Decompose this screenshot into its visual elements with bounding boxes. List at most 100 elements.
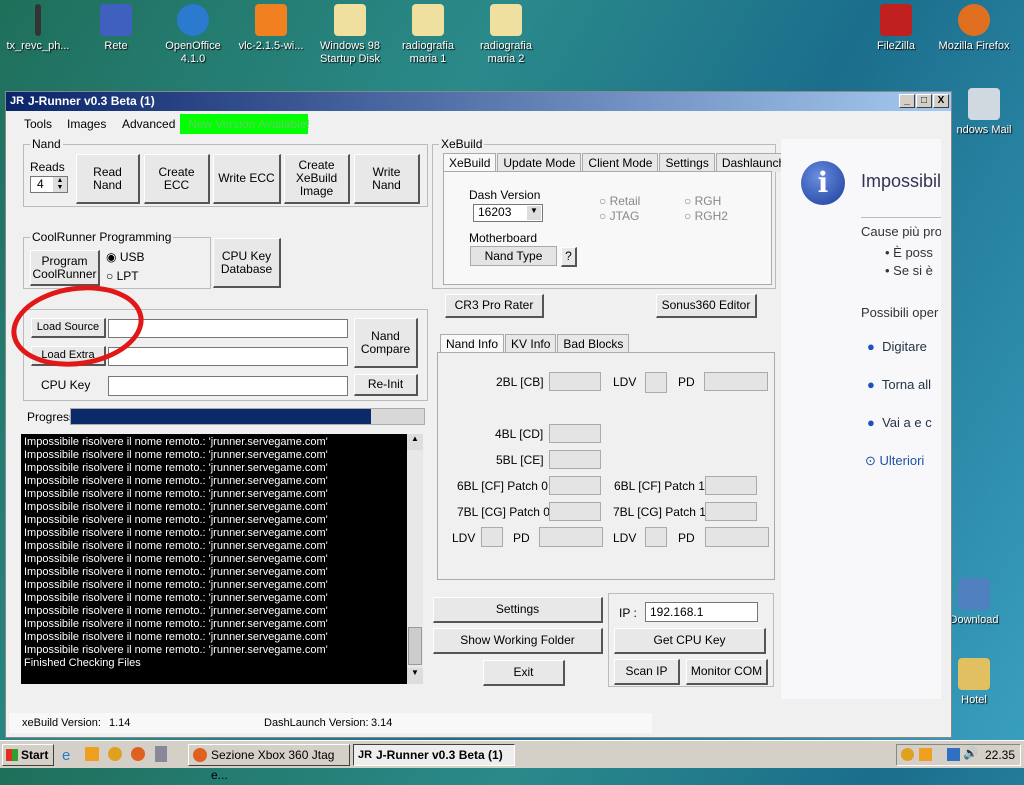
lpt-radio[interactable]: ○ LPT (106, 269, 139, 283)
log-line: Finished Checking Files (24, 657, 141, 669)
load-extra-input[interactable] (108, 347, 348, 366)
close-button[interactable]: X (933, 94, 949, 108)
pd3-field (705, 527, 769, 547)
maximize-button[interactable]: □ (916, 94, 932, 108)
minimize-button[interactable]: _ (899, 94, 915, 108)
xebuild-version-label: xeBuild Version: (22, 717, 101, 729)
volume-icon[interactable]: 🔊 (963, 746, 978, 760)
avast-tray-icon[interactable] (901, 748, 914, 761)
desktop-icon[interactable]: tx_revc_ph... (0, 4, 78, 53)
avast-icon[interactable] (108, 747, 122, 761)
desktop-icon[interactable]: Windows 98 Startup Disk (310, 4, 390, 66)
taskbar-item-browser[interactable]: Sezione Xbox 360 Jtag e... (188, 744, 350, 782)
create-xebuild-button[interactable]: Create XeBuild Image (284, 154, 350, 204)
chevron-down-icon: ⊙ (865, 453, 876, 468)
more-info-link[interactable]: ⊙ Ulteriori (865, 453, 924, 469)
tab-nand-info[interactable]: Nand Info (440, 334, 505, 353)
log-line: Impossibile risolvere il nome remoto.: '… (24, 475, 328, 487)
tab-xebuild[interactable]: XeBuild (443, 153, 497, 172)
desktop-icon[interactable]: ndows Mail (944, 88, 1024, 137)
log-line: Impossibile risolvere il nome remoto.: '… (24, 579, 328, 591)
get-cpu-key-button[interactable]: Get CPU Key (614, 628, 766, 654)
xebuild-tabs: XeBuild Update Mode Client Mode Settings… (443, 153, 792, 172)
menu-images[interactable]: Images (67, 117, 106, 131)
network-tray-icon[interactable] (947, 748, 960, 761)
start-button[interactable]: Start (2, 744, 54, 766)
cr3-pro-rater-button[interactable]: CR3 Pro Rater (445, 294, 544, 318)
show-working-folder-button[interactable]: Show Working Folder (433, 628, 603, 654)
desktop-icon[interactable]: OpenOffice 4.1.0 (153, 4, 233, 66)
program-coolrunner-button[interactable]: Program CoolRunner (30, 250, 100, 286)
option-vai[interactable]: ● Vai a e c (867, 415, 932, 430)
create-ecc-button[interactable]: Create ECC (144, 154, 210, 204)
read-nand-button[interactable]: Read Nand (76, 154, 140, 204)
reinit-button[interactable]: Re-Init (354, 374, 418, 396)
monitor-com-button[interactable]: Monitor COM (686, 659, 768, 685)
help-button[interactable]: ? (561, 247, 577, 267)
reads-label: Reads (30, 160, 65, 174)
log-line: Impossibile risolvere il nome remoto.: '… (24, 618, 328, 630)
usb-radio[interactable]: ◉ USB (106, 250, 145, 264)
tab-kv-info[interactable]: KV Info (505, 334, 557, 353)
archive-icon[interactable] (155, 746, 167, 762)
jtag-radio[interactable]: ○ JTAG (599, 209, 639, 223)
rgh2-radio[interactable]: ○ RGH2 (684, 209, 728, 223)
tab-client-mode[interactable]: Client Mode (582, 153, 659, 172)
settings-button[interactable]: Settings (433, 597, 603, 623)
cpu-key-database-button[interactable]: CPU Key Database (213, 238, 281, 288)
log-line: Impossibile risolvere il nome remoto.: '… (24, 553, 328, 565)
info-icon: i (801, 161, 845, 205)
jrunner-window: JR J-Runner v0.3 Beta (1) _ □ X Tools Ima… (5, 91, 952, 738)
desktop-icon[interactable]: vlc-2.1.5-wi... (231, 4, 311, 53)
stepper-arrows-icon[interactable]: ▲ ▼ (53, 177, 67, 192)
tab-bad-blocks[interactable]: Bad Blocks (557, 334, 630, 353)
option-torna[interactable]: ● Torna all (867, 377, 931, 392)
desktop-icon[interactable]: Rete (76, 4, 156, 53)
error-title: Impossibil (861, 171, 941, 191)
new-version-badge[interactable]: New Version Available! (180, 114, 310, 134)
desktop-icon[interactable]: radiografia maria 2 (466, 4, 546, 66)
scan-ip-button[interactable]: Scan IP (614, 659, 680, 685)
option-digitare[interactable]: ● Digitare (867, 339, 927, 354)
5bl-field (549, 450, 601, 469)
reads-stepper[interactable]: 4 ▲ ▼ (30, 176, 68, 193)
ip-input[interactable]: 192.168.1 (645, 602, 758, 622)
taskbar-item-jrunner[interactable]: JR J-Runner v0.3 Beta (1) (353, 744, 515, 766)
scroll-thumb[interactable] (408, 627, 422, 665)
ie-icon[interactable]: e (62, 747, 70, 764)
menu-advanced[interactable]: Advanced (122, 117, 175, 131)
6bl-patch1-field (705, 476, 757, 495)
write-nand-button[interactable]: Write Nand (354, 154, 420, 204)
pd-field (704, 372, 768, 391)
write-ecc-button[interactable]: Write ECC (213, 154, 281, 204)
title-bar[interactable]: JR J-Runner v0.3 Beta (1) _ □ X (6, 92, 951, 111)
app-logo-icon: JR (10, 95, 25, 107)
log-line: Impossibile risolvere il nome remoto.: '… (24, 644, 328, 656)
firefox-icon[interactable] (131, 747, 145, 761)
load-source-input[interactable] (108, 319, 348, 338)
tab-dashlaunch[interactable]: Dashlaunch (715, 153, 792, 172)
retail-radio[interactable]: ○ Retail (599, 194, 640, 208)
media-tray-icon[interactable] (919, 748, 932, 761)
desktop-icon[interactable]: radiografia maria 1 (388, 4, 468, 66)
cpu-key-input[interactable] (108, 376, 348, 396)
media-player-icon[interactable] (85, 747, 99, 761)
5bl-label: 5BL [CE] (496, 453, 544, 467)
menu-tools[interactable]: Tools (24, 117, 52, 131)
log-line: Impossibile risolvere il nome remoto.: '… (24, 501, 328, 513)
tab-update-mode[interactable]: Update Mode (497, 153, 582, 172)
sonus360-editor-button[interactable]: Sonus360 Editor (656, 294, 757, 318)
dash-version-select[interactable]: 16203 ▼ (473, 204, 543, 222)
exit-button[interactable]: Exit (483, 660, 565, 686)
clock[interactable]: 22.35 (985, 748, 1015, 762)
rgh-radio[interactable]: ○ RGH (684, 194, 721, 208)
windows-logo-icon (6, 749, 18, 761)
desktop-icon[interactable]: FileZilla (856, 4, 936, 53)
log-line: Impossibile risolvere il nome remoto.: '… (24, 631, 328, 643)
nand-compare-button[interactable]: Nand Compare (354, 318, 418, 368)
pd2-label: PD (513, 531, 530, 545)
log-output: Impossibile risolvere il nome remoto.: '… (21, 434, 423, 684)
tab-settings[interactable]: Settings (659, 153, 715, 172)
log-scrollbar[interactable]: ▲ ▼ (407, 434, 423, 684)
desktop-icon[interactable]: Mozilla Firefox (934, 4, 1014, 53)
